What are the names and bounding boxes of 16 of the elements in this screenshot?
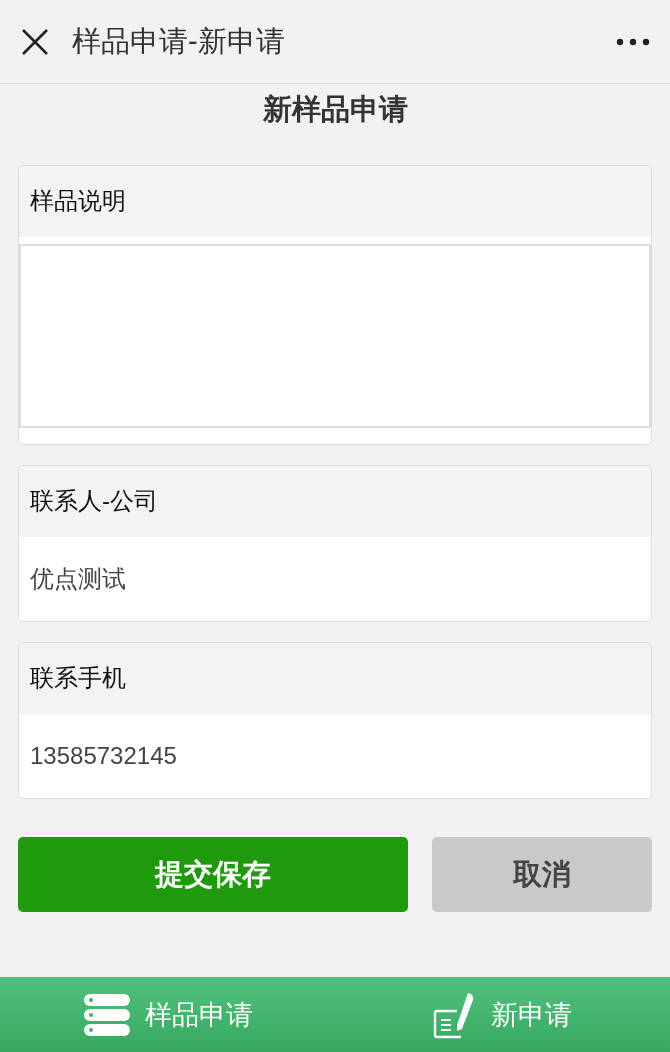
window-title: 样品申请-新申请 [72,23,286,59]
cancel-button[interactable]: 取消 [432,837,652,912]
more-icon [616,37,650,46]
field-label: 联系手机 [19,643,651,714]
page-title: 新样品申请 [261,92,409,127]
field-value: 13585732145 [30,742,177,769]
field-label: 样品说明 [19,166,651,237]
more-button[interactable] [616,37,650,46]
close-button[interactable] [20,26,50,57]
close-icon [20,26,50,57]
field-value: 优点测试 [30,565,126,592]
submit-button[interactable]: 提交保存 [18,837,409,912]
field-label: 联系人-公司 [19,466,651,537]
input-field[interactable]: 优点测试 [19,537,651,621]
input-field[interactable]: 13585732145 [19,714,651,798]
server-stack-icon [82,992,131,1037]
